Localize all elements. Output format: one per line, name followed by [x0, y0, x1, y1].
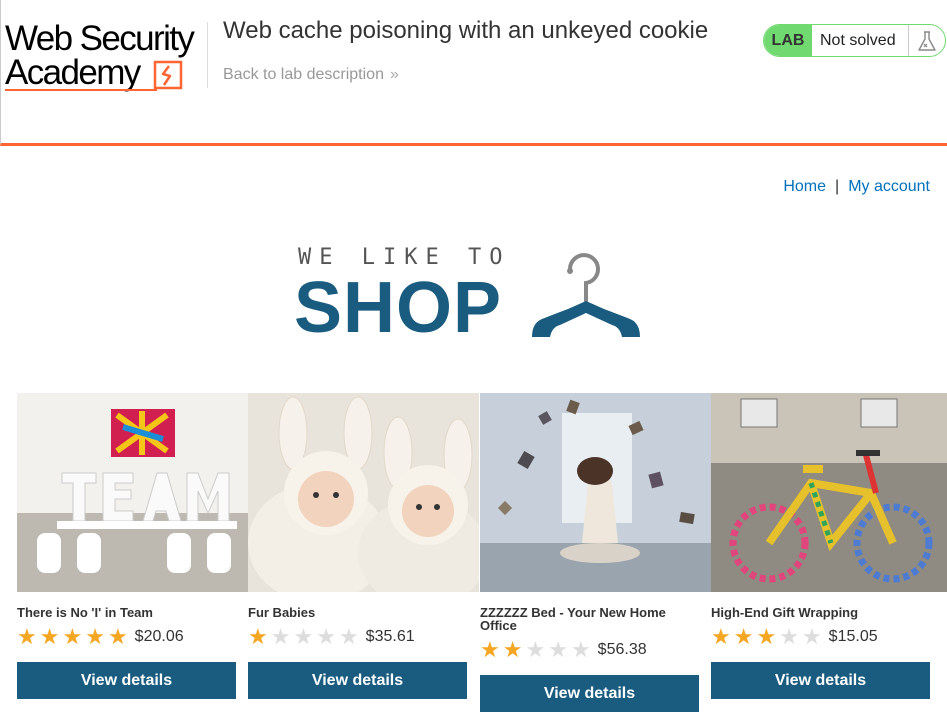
view-details-button[interactable]: View details [248, 662, 467, 699]
product-name: Fur Babies [248, 605, 316, 620]
star-empty-icon: ★ [293, 624, 314, 649]
star-empty-icon: ★ [779, 624, 799, 649]
star-filled-icon: ★ [248, 624, 268, 649]
top-navigation: Home | My account [783, 178, 930, 196]
star-filled-icon: ★ [502, 637, 523, 662]
lab-title: Web cache poisoning with an unkeyed cook… [223, 17, 709, 44]
lab-header: Web Security Academy Web cache poisoning… [0, 0, 947, 146]
star-filled-icon: ★ [39, 624, 60, 649]
star-filled-icon: ★ [756, 624, 777, 649]
lab-badge: LAB [764, 25, 812, 56]
product-name: There is No 'I' in Team [17, 605, 153, 620]
logo-line2: Academy [5, 53, 141, 92]
product-image-zzzzzz-bed [480, 393, 711, 592]
star-filled-icon: ★ [62, 624, 83, 649]
double-chevron-right-icon: » [389, 66, 399, 83]
lightning-logo-icon [153, 60, 183, 90]
web-security-academy-logo[interactable]: Web Security Academy [5, 19, 201, 94]
header-divider [207, 22, 208, 88]
star-filled-icon: ★ [17, 624, 37, 649]
product-price: $56.38 [597, 641, 647, 658]
view-details-button[interactable]: View details [17, 662, 236, 699]
nav-separator: | [835, 178, 840, 195]
product-image-team [17, 393, 248, 592]
star-empty-icon: ★ [801, 624, 822, 649]
product-price: $20.06 [134, 628, 184, 645]
back-link-label: Back to lab description [223, 66, 384, 83]
star-empty-icon: ★ [316, 624, 336, 649]
view-details-button[interactable]: View details [480, 675, 699, 712]
product-name: High-End Gift Wrapping [711, 605, 859, 620]
product-image-gift-wrapping [711, 393, 947, 592]
lab-status-widget: LAB Not solved [763, 24, 946, 57]
star-filled-icon: ★ [733, 624, 754, 649]
star-empty-icon: ★ [525, 637, 546, 662]
star-empty-icon: ★ [570, 637, 591, 662]
star-filled-icon: ★ [480, 637, 500, 662]
product-image-fur-babies [248, 393, 479, 592]
view-details-button[interactable]: View details [711, 662, 930, 699]
product-name: ZZZZZZ Bed - Your New Home Office [480, 605, 666, 633]
nav-my-account-link[interactable]: My account [848, 178, 930, 195]
star-filled-icon: ★ [85, 624, 105, 649]
star-filled-icon: ★ [107, 624, 128, 649]
nav-home-link[interactable]: Home [783, 178, 826, 195]
flask-icon [908, 25, 944, 56]
star-filled-icon: ★ [711, 624, 731, 649]
clothes-hanger-icon [532, 253, 640, 337]
banner-title: SHOP [294, 268, 503, 348]
product-rating: ★ ★ ★ ★ ★ $15.05 [711, 626, 878, 648]
logo-underline [5, 89, 157, 91]
product-price: $35.61 [365, 628, 415, 645]
star-empty-icon: ★ [548, 637, 568, 662]
logo-line1: Web Security [5, 19, 195, 58]
product-rating: ★ ★ ★ ★ ★ $20.06 [17, 626, 184, 648]
back-to-lab-description-link[interactable]: Back to lab description » [223, 66, 399, 84]
star-empty-icon: ★ [338, 624, 359, 649]
product-price: $15.05 [828, 628, 878, 645]
product-rating: ★ ★ ★ ★ ★ $35.61 [248, 626, 415, 648]
lab-status-text: Not solved [820, 31, 896, 49]
star-empty-icon: ★ [270, 624, 291, 649]
product-rating: ★ ★ ★ ★ ★ $56.38 [480, 639, 647, 661]
shop-banner: WE LIKE TO SHOP [294, 245, 658, 348]
